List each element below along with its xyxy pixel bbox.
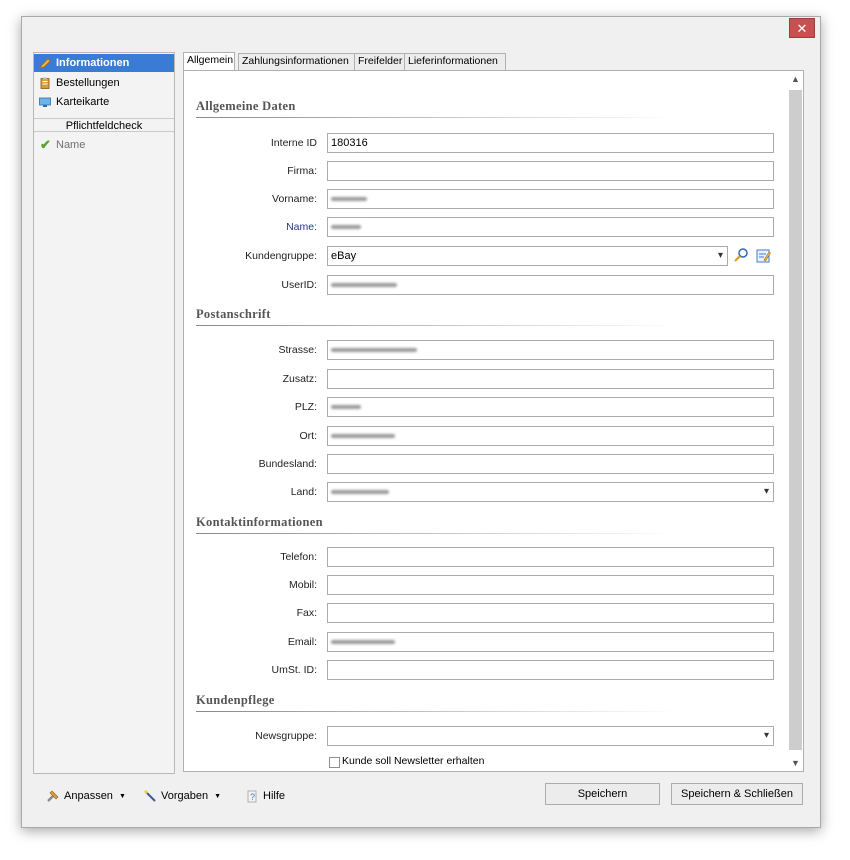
chevron-down-icon: ▾ bbox=[763, 730, 769, 741]
firma-field[interactable] bbox=[327, 161, 774, 181]
tab-zahlungsinformationen[interactable]: Zahlungsinformationen bbox=[238, 53, 355, 70]
sidebar-item-bestellungen[interactable]: Bestellungen bbox=[34, 74, 174, 92]
userid-field[interactable] bbox=[327, 275, 774, 295]
sidebar: Informationen Bestellungen Karteikarte P… bbox=[33, 52, 175, 774]
redacted-value bbox=[331, 283, 397, 287]
redacted-value bbox=[331, 197, 367, 201]
tools-icon bbox=[47, 790, 59, 802]
sidebar-item-label: Informationen bbox=[56, 57, 130, 69]
redacted-value bbox=[331, 348, 417, 352]
newsletter-checkbox[interactable] bbox=[329, 757, 340, 768]
email-field[interactable] bbox=[327, 632, 774, 652]
speichern-schliessen-button[interactable]: Speichern & Schließen bbox=[671, 783, 803, 805]
scrollbar-thumb[interactable] bbox=[789, 90, 802, 750]
sidebar-item-label: Bestellungen bbox=[56, 77, 120, 89]
name-field[interactable] bbox=[327, 217, 774, 237]
bundesland-field[interactable] bbox=[327, 454, 774, 474]
label-interne-id: Interne ID bbox=[270, 137, 317, 149]
label-bundesland: Bundesland: bbox=[258, 458, 317, 470]
label-firma: Firma: bbox=[287, 165, 317, 177]
redacted-value bbox=[331, 225, 361, 229]
sidebar-item-label: Karteikarte bbox=[56, 96, 110, 108]
search-icon[interactable] bbox=[733, 247, 749, 263]
section-divider bbox=[196, 117, 676, 118]
label-kundengruppe: Kundengruppe: bbox=[245, 250, 317, 262]
strasse-field[interactable] bbox=[327, 340, 774, 360]
label-telefon: Telefon: bbox=[280, 551, 317, 563]
label-ort: Ort: bbox=[299, 430, 318, 442]
newsletter-checkbox-label: Kunde soll Newsletter erhalten bbox=[342, 755, 485, 767]
sidebar-item-informationen[interactable]: Informationen bbox=[34, 54, 174, 72]
mobil-field[interactable] bbox=[327, 575, 774, 595]
label-ust-id: UmSt. ID: bbox=[271, 664, 317, 676]
redacted-value bbox=[331, 640, 395, 644]
close-button[interactable]: ✕ bbox=[789, 18, 815, 38]
anpassen-button[interactable]: Anpassen ▼ bbox=[46, 789, 126, 803]
redacted-value bbox=[331, 490, 389, 494]
hilfe-label: Hilfe bbox=[263, 789, 286, 802]
label-email: Email: bbox=[287, 636, 317, 648]
interne-id-field[interactable]: 180316 bbox=[327, 133, 774, 153]
chevron-down-icon: ▼ bbox=[214, 792, 222, 800]
label-strasse: Strasse: bbox=[278, 344, 317, 356]
label-mobil: Mobil: bbox=[288, 579, 317, 591]
vorgaben-label: Vorgaben bbox=[161, 789, 209, 802]
chevron-down-icon: ▼ bbox=[118, 792, 126, 800]
telefon-field[interactable] bbox=[327, 547, 774, 567]
vorname-field[interactable] bbox=[327, 189, 774, 209]
fax-field[interactable] bbox=[327, 603, 774, 623]
section-postanschrift: Postanschrift bbox=[196, 307, 271, 321]
tab-allgemein[interactable]: Allgemein bbox=[183, 52, 235, 71]
newsgruppe-select[interactable]: ▾ bbox=[327, 726, 774, 746]
label-zusatz: Zusatz: bbox=[282, 373, 317, 385]
label-plz: PLZ: bbox=[294, 401, 317, 413]
ort-field[interactable] bbox=[327, 426, 774, 446]
redacted-value bbox=[331, 434, 395, 438]
section-kontaktinformationen: Kontaktinformationen bbox=[196, 515, 323, 529]
hilfe-button[interactable]: ? Hilfe bbox=[245, 789, 285, 803]
plz-field[interactable] bbox=[327, 397, 774, 417]
pflicht-item-name: ✔ Name bbox=[34, 137, 174, 153]
speichern-button[interactable]: Speichern bbox=[545, 783, 660, 805]
label-fax: Fax: bbox=[296, 607, 317, 619]
label-land: Land: bbox=[290, 486, 317, 498]
redacted-value bbox=[331, 405, 361, 409]
land-select[interactable]: ▾ bbox=[327, 482, 774, 502]
help-icon: ? bbox=[247, 790, 257, 803]
zusatz-field[interactable] bbox=[327, 369, 774, 389]
clipboard-icon bbox=[40, 77, 50, 89]
wand-icon bbox=[144, 790, 156, 802]
pflicht-item-label: Name bbox=[56, 139, 86, 151]
chevron-down-icon: ▾ bbox=[763, 486, 769, 497]
label-newsgruppe: Newsgruppe: bbox=[255, 730, 317, 742]
kundengruppe-value: eBay bbox=[331, 250, 357, 262]
section-allgemeine-daten: Allgemeine Daten bbox=[196, 99, 296, 113]
checkmark-icon: ✔ bbox=[40, 137, 51, 152]
scroll-up-icon[interactable]: ▲ bbox=[788, 72, 803, 87]
tab-lieferinformationen[interactable]: Lieferinformationen bbox=[404, 53, 506, 70]
chevron-down-icon: ▾ bbox=[717, 250, 723, 261]
label-name: Name: bbox=[286, 221, 317, 233]
label-vorname: Vorname: bbox=[272, 193, 317, 205]
label-userid: UserID: bbox=[281, 279, 317, 291]
vertical-scrollbar[interactable]: ▲ ▼ bbox=[788, 72, 803, 771]
scroll-down-icon[interactable]: ▼ bbox=[788, 756, 803, 771]
vorgaben-button[interactable]: Vorgaben ▼ bbox=[143, 789, 221, 803]
svg-text:?: ? bbox=[250, 792, 255, 802]
section-divider bbox=[196, 325, 676, 326]
kundengruppe-select[interactable]: eBay ▾ bbox=[327, 246, 728, 266]
section-divider bbox=[196, 711, 676, 712]
card-icon bbox=[39, 97, 51, 107]
edit-icon[interactable] bbox=[756, 248, 771, 263]
section-kundenpflege: Kundenpflege bbox=[196, 693, 275, 707]
tab-freifelder[interactable]: Freifelder bbox=[354, 53, 405, 70]
ust-id-field[interactable] bbox=[327, 660, 774, 680]
pencil-icon bbox=[39, 58, 51, 69]
sidebar-item-karteikarte[interactable]: Karteikarte bbox=[34, 93, 174, 111]
pflichtfeldcheck-header: Pflichtfeldcheck bbox=[34, 118, 174, 132]
section-divider bbox=[196, 533, 676, 534]
anpassen-label: Anpassen bbox=[64, 789, 113, 802]
